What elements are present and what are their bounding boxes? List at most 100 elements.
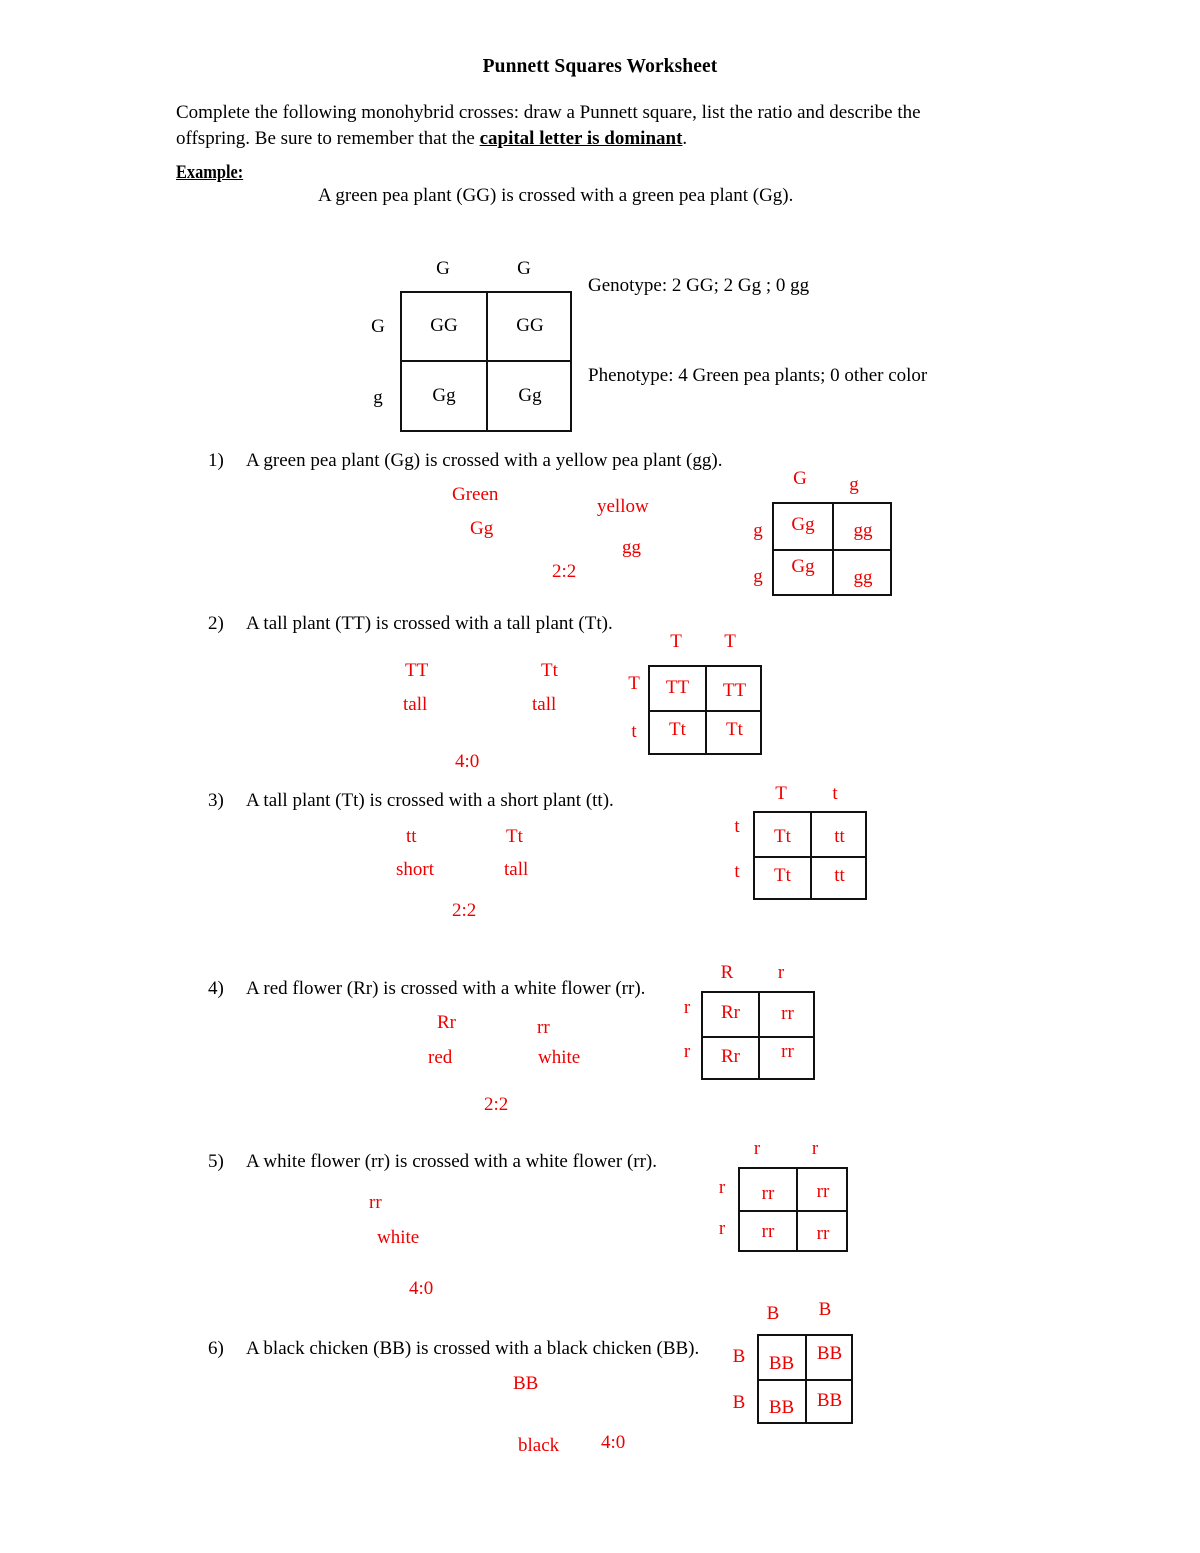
grid-cell-1-2: TT	[722, 680, 747, 701]
grid-top-label-1: G	[436, 258, 450, 279]
answer-3-ratio: 2:2	[452, 900, 477, 921]
grid-side-label-2: r	[718, 1218, 726, 1239]
answer-4-parent1-phenotype: red	[428, 1047, 453, 1068]
grid-horizontal-divider	[753, 856, 867, 858]
grid-top-label-1: T	[775, 783, 787, 804]
example-heading: Example:	[176, 162, 244, 183]
grid-cell-1-1: Tt	[774, 826, 791, 847]
grid-cell-2-1: rr	[761, 1221, 775, 1242]
grid-top-label-2: G	[517, 258, 531, 279]
grid-top-label-1: r	[753, 1138, 761, 1159]
grid-top-label-2: T	[724, 631, 736, 652]
answer-4-ratio: 2:2	[484, 1094, 509, 1115]
grid-cell-2-2: rr	[816, 1223, 830, 1244]
grid-top-label-1: R	[720, 962, 734, 983]
question-1-prompt: A green pea plant (Gg) is crossed with a…	[246, 450, 723, 471]
grid-side-label-1: T	[628, 673, 640, 694]
grid-cell-2-2: BB	[816, 1390, 843, 1411]
grid-horizontal-divider	[400, 360, 572, 362]
grid-top-label-2: t	[832, 783, 838, 804]
example-genotype-note: Genotype: 2 GG; 2 Gg ; 0 gg	[588, 275, 810, 296]
grid-top-label-2: r	[777, 962, 785, 983]
grid-horizontal-divider	[757, 1379, 853, 1381]
punnett-grid-5: r r r r rr rr rr rr	[719, 1138, 848, 1252]
answer-1-ratio: 2:2	[552, 561, 577, 582]
answer-3-parent1-genotype: tt	[406, 826, 417, 847]
grid-cell-1-1: GG	[430, 315, 458, 336]
grid-cell-1-2: rr	[781, 1003, 794, 1024]
example-prompt: A green pea plant (GG) is crossed with a…	[318, 185, 794, 206]
question-4-prompt: A red flower (Rr) is crossed with a whit…	[246, 978, 646, 999]
answer-3-parent2-genotype: Tt	[506, 826, 523, 847]
answer-2-ratio: 4:0	[455, 751, 480, 772]
punnett-grid-example: G G G g GG GG Gg Gg	[371, 258, 572, 432]
grid-top-label-1: G	[793, 468, 807, 489]
grid-side-label-2: t	[631, 721, 637, 742]
page-title: Punnett Squares Worksheet	[482, 56, 718, 77]
answer-6-parent1-phenotype: black	[518, 1435, 560, 1456]
grid-cell-2-2: Gg	[518, 385, 542, 406]
question-2-prompt: A tall plant (TT) is crossed with a tall…	[246, 613, 613, 634]
grid-cell-1-1: Rr	[721, 1002, 740, 1023]
grid-cell-2-2: Tt	[726, 719, 743, 740]
answer-4-parent1-genotype: Rr	[437, 1012, 456, 1033]
instructions-paragraph: Complete the following monohybrid crosse…	[176, 100, 946, 152]
question-3-prompt: A tall plant (Tt) is crossed with a shor…	[246, 790, 614, 811]
punnett-grid-4: R r r r Rr rr Rr rr	[684, 962, 815, 1080]
question-1-marker: 1)	[208, 450, 224, 471]
punnett-grid-2: T T T t TT TT Tt Tt	[628, 631, 762, 755]
answer-6-parent1-genotype: BB	[513, 1373, 539, 1394]
grid-cell-2-1: BB	[768, 1397, 795, 1418]
punnett-grid-3: T t t t Tt tt Tt tt	[734, 783, 867, 900]
grid-top-label-2: r	[811, 1138, 819, 1159]
question-2-marker: 2)	[208, 613, 224, 634]
answer-2-parent2-phenotype: tall	[532, 694, 557, 715]
grid-cell-1-2: tt	[834, 826, 845, 847]
answer-4-parent2-genotype: rr	[537, 1017, 550, 1038]
grid-side-label-2: t	[734, 861, 740, 882]
answer-5-ratio: 4:0	[409, 1278, 434, 1299]
grid-side-label-1: G	[371, 316, 385, 337]
grid-top-label-2: g	[849, 474, 859, 495]
grid-horizontal-divider	[648, 710, 762, 712]
answer-1-parent1-phenotype: Green	[452, 484, 499, 505]
instructions-text-tail: .	[682, 128, 688, 149]
answer-5-parent1-genotype: rr	[369, 1192, 382, 1213]
question-3-marker: 3)	[208, 790, 224, 811]
grid-cell-2-1: Tt	[774, 865, 791, 886]
question-4-marker: 4)	[208, 978, 224, 999]
grid-cell-1-1: TT	[665, 677, 690, 698]
grid-cell-1-2: gg	[853, 520, 873, 541]
grid-cell-1-2: BB	[816, 1343, 843, 1364]
grid-side-label-2: g	[373, 387, 383, 408]
answer-2-parent1-phenotype: tall	[403, 694, 428, 715]
grid-cell-2-1: Gg	[432, 385, 456, 406]
grid-cell-1-1: rr	[761, 1183, 775, 1204]
grid-cell-2-2: gg	[853, 567, 873, 588]
grid-cell-2-2: rr	[781, 1041, 794, 1062]
grid-side-label-2: r	[683, 1041, 691, 1062]
punnett-grid-1: G g g g Gg gg Gg gg	[753, 468, 892, 596]
grid-side-label-2: B	[732, 1392, 746, 1413]
question-6-prompt: A black chicken (BB) is crossed with a b…	[246, 1338, 700, 1359]
question-5-marker: 5)	[208, 1151, 224, 1172]
answer-1-parent2-phenotype: yellow	[597, 496, 649, 517]
answer-5-parent1-phenotype: white	[377, 1227, 420, 1248]
answer-1-parent1-genotype: Gg	[470, 518, 494, 539]
grid-cell-1-2: rr	[816, 1181, 830, 1202]
answer-4-parent2-phenotype: white	[538, 1047, 581, 1068]
question-5-prompt: A white flower (rr) is crossed with a wh…	[246, 1151, 658, 1172]
grid-cell-1-2: GG	[516, 315, 544, 336]
grid-side-label-1: t	[734, 816, 740, 837]
grid-side-label-1: B	[732, 1346, 746, 1367]
grid-cell-1-1: BB	[768, 1353, 795, 1374]
example-phenotype-note: Phenotype: 4 Green pea plants; 0 other c…	[588, 365, 928, 386]
answer-3-parent2-phenotype: tall	[504, 859, 529, 880]
grid-top-label-1: T	[670, 631, 682, 652]
grid-horizontal-divider	[738, 1210, 848, 1212]
answer-3-parent1-phenotype: short	[396, 859, 434, 880]
answer-2-parent2-genotype: Tt	[541, 660, 558, 681]
grid-side-label-1: g	[753, 520, 763, 541]
grid-cell-2-2: tt	[834, 865, 845, 886]
grid-side-label-1: r	[718, 1177, 726, 1198]
